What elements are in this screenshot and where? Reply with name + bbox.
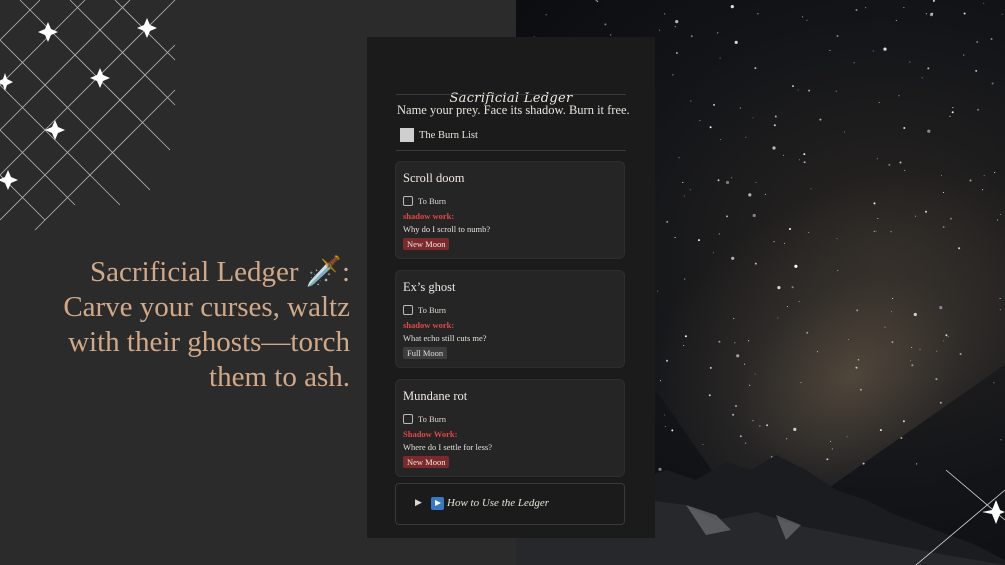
shadow-work-question: Where do I settle for less? <box>403 442 492 452</box>
shadow-work-label: shadow work: <box>403 320 455 330</box>
dagger-icon: 🗡️ <box>305 256 342 288</box>
checkbox-label: To Burn <box>418 414 446 424</box>
burn-list-icon <box>400 128 414 142</box>
ledger-entry[interactable]: Ex’s ghost To Burn shadow work: What ech… <box>395 270 625 368</box>
ledger-entry[interactable]: Scroll doom To Burn shadow work: Why do … <box>395 161 625 259</box>
disclosure-triangle-icon[interactable]: ▶ <box>415 498 422 508</box>
checkbox-label: To Burn <box>418 305 446 315</box>
entry-name: Mundane rot <box>403 389 468 403</box>
entry-name: Scroll doom <box>403 171 465 185</box>
to-burn-checkbox[interactable]: To Burn <box>403 196 446 206</box>
checkbox-label: To Burn <box>418 196 446 206</box>
ledger-entry[interactable]: Mundane rot To Burn Shadow Work: Where d… <box>395 379 625 477</box>
moon-badge: New Moon <box>403 456 450 468</box>
entry-name: Ex’s ghost <box>403 280 456 294</box>
ledger-panel: Sacrificial Ledger Name your prey. Face … <box>367 37 655 538</box>
burn-list-header[interactable]: The Burn List <box>400 128 478 142</box>
title-divider <box>396 94 626 95</box>
hero-line-1: Sacrificial Ledger 🗡️: <box>0 255 350 290</box>
moon-badge: New Moon <box>403 238 450 250</box>
shadow-work-question: What echo still cuts me? <box>403 333 487 343</box>
checkbox-box[interactable] <box>403 305 413 315</box>
shadow-work-label: Shadow Work: <box>403 429 458 439</box>
to-burn-checkbox[interactable]: To Burn <box>403 305 446 315</box>
hero-line-4: them to ash. <box>209 361 350 393</box>
to-burn-checkbox[interactable]: To Burn <box>403 414 446 424</box>
hero-colon: : <box>341 256 350 288</box>
play-icon <box>431 497 444 510</box>
burn-list-divider <box>396 150 626 151</box>
burn-list-label: The Burn List <box>419 129 478 141</box>
hero-line-3: with their ghosts—torch <box>68 326 350 358</box>
star-lattice-decoration <box>0 0 176 231</box>
how-to-disclosure[interactable]: ▶ How to Use the Ledger <box>395 483 625 525</box>
shadow-work-question: Why do I scroll to numb? <box>403 224 491 234</box>
shadow-work-label: shadow work: <box>403 211 455 221</box>
checkbox-box[interactable] <box>403 196 413 206</box>
moon-badge: Full Moon <box>403 347 448 359</box>
hero-line-2: Carve your curses, waltz <box>63 291 350 323</box>
tagline: Name your prey. Face its shadow. Burn it… <box>397 103 630 117</box>
hero-title-text: Sacrificial Ledger <box>90 256 299 288</box>
how-to-label: How to Use the Ledger <box>447 497 550 509</box>
checkbox-box[interactable] <box>403 414 413 424</box>
hero-headline: Sacrificial Ledger 🗡️: Carve your curses… <box>0 255 350 395</box>
